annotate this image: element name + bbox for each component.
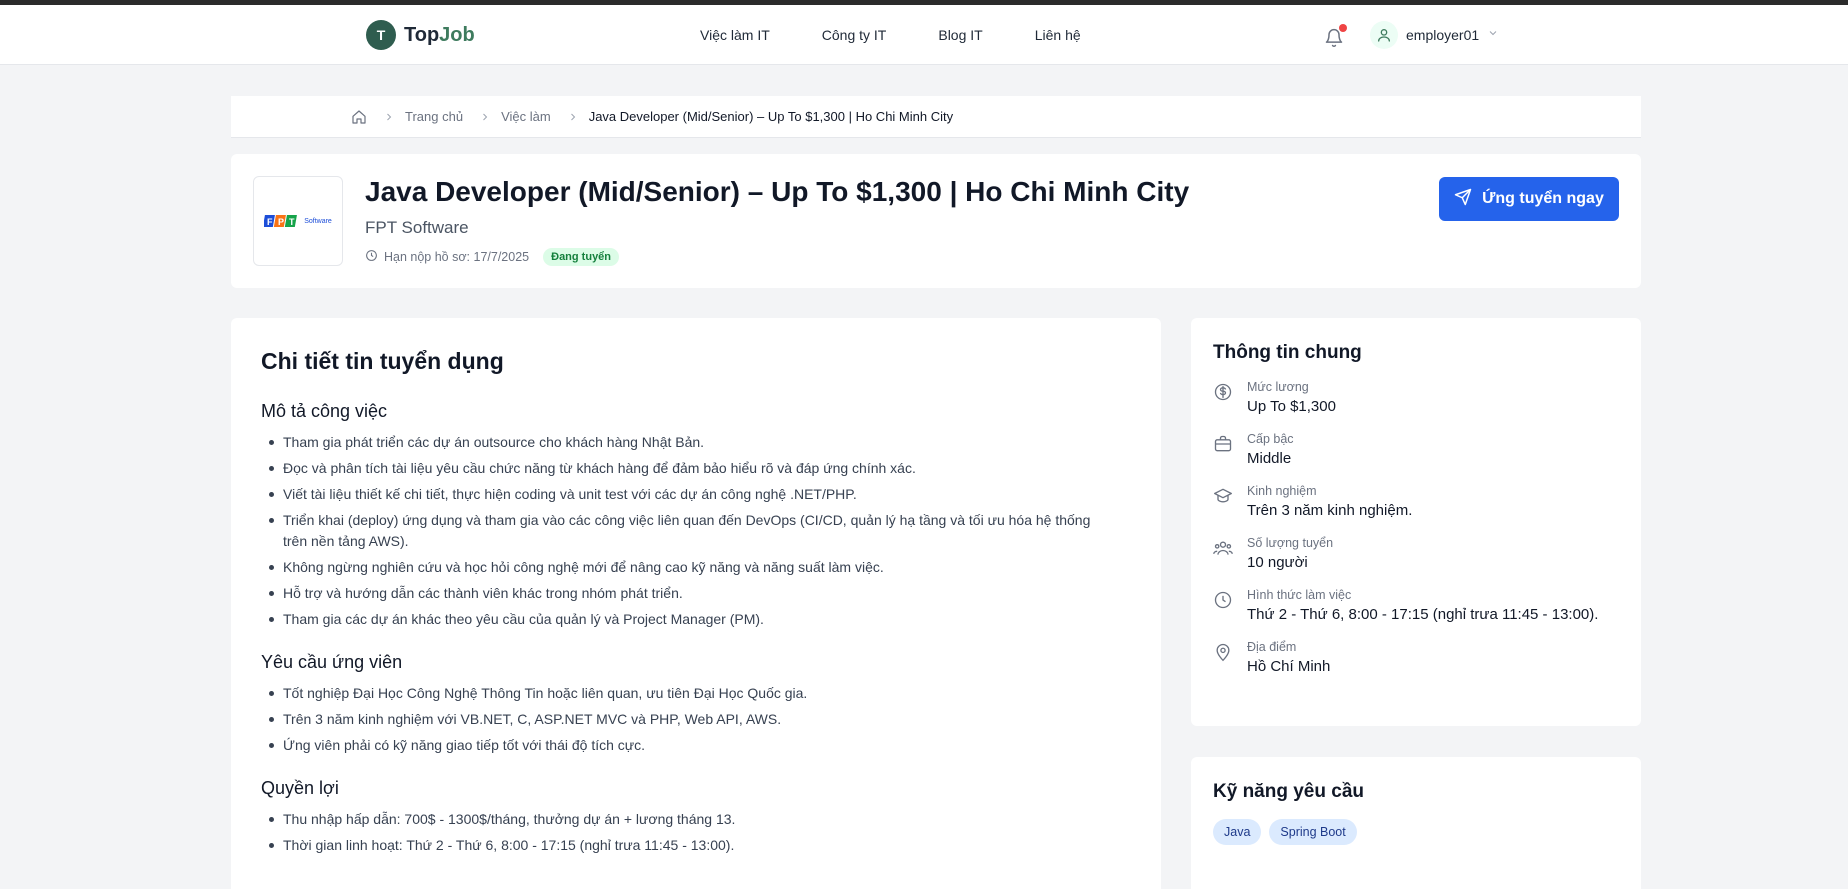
breadcrumb: Trang chủ Việc làm Java Developer (Mid/S…: [231, 96, 1641, 138]
list-item: Triển khai (deploy) ứng dụng và tham gia…: [269, 510, 1131, 552]
list-item: Trên 3 năm kinh nghiệm với VB.NET, C, AS…: [269, 709, 1131, 730]
general-info-card: Thông tin chung Mức lương Up To $1,300 C…: [1191, 318, 1641, 726]
section-title: Yêu cầu ứng viên: [261, 652, 403, 672]
skill-tag-spring-boot[interactable]: Spring Boot: [1269, 819, 1357, 845]
deadline-text: Hạn nộp hồ sơ: 17/7/2025: [384, 250, 530, 264]
job-detail-card: Chi tiết tin tuyển dụng Mô tả công việc …: [231, 318, 1161, 889]
chevron-right-icon: [479, 111, 491, 123]
company-name[interactable]: FPT Software: [365, 218, 469, 238]
list-item: Tham gia phát triển các dự án outsource …: [269, 432, 1131, 453]
skills-card: Kỹ năng yêu cầu Java Spring Boot: [1191, 757, 1641, 889]
list-item: Tốt nghiệp Đại Học Công Nghệ Thông Tin h…: [269, 683, 1131, 704]
section-benefits: Quyền lợi Thu nhập hấp dẫn: 700$ - 1300$…: [261, 778, 1131, 856]
info-row-work-type: Hình thức làm việc Thứ 2 - Thứ 6, 8:00 -…: [1213, 588, 1619, 623]
user-avatar-icon: [1370, 21, 1398, 49]
info-row-salary: Mức lương Up To $1,300: [1213, 380, 1619, 415]
list-item: Tham gia các dự án khác theo yêu cầu của…: [269, 609, 1131, 630]
clock-icon: [365, 249, 378, 265]
info-value: Thứ 2 - Thứ 6, 8:00 - 17:15 (nghỉ trưa 1…: [1247, 606, 1599, 623]
info-value: Trên 3 năm kinh nghiệm.: [1247, 502, 1413, 519]
chevron-down-icon: [1487, 26, 1499, 44]
svg-text:T: T: [289, 217, 295, 227]
status-badge: Đang tuyển: [543, 248, 620, 266]
main-nav: Việc làm IT Công ty IT Blog IT Liên hệ: [700, 27, 1081, 43]
logo-badge: T: [366, 20, 396, 50]
info-label: Mức lương: [1247, 380, 1309, 394]
site-header: T TopJob Việc làm IT Công ty IT Blog IT …: [0, 5, 1848, 65]
breadcrumb-jobs[interactable]: Việc làm: [501, 109, 551, 124]
dollar-icon: [1213, 382, 1233, 402]
detail-title: Chi tiết tin tuyển dụng: [261, 348, 504, 374]
brand-logo[interactable]: T TopJob: [366, 20, 475, 50]
skill-tag-java[interactable]: Java: [1213, 819, 1262, 845]
briefcase-icon: [1213, 434, 1233, 454]
info-label: Hình thức làm việc: [1247, 588, 1352, 602]
map-pin-icon: [1213, 642, 1233, 662]
nav-blog-it[interactable]: Blog IT: [938, 27, 982, 43]
section-title: Mô tả công việc: [261, 401, 388, 421]
list-item: Viết tài liệu thiết kế chi tiết, thực hi…: [269, 484, 1131, 505]
info-card-title: Thông tin chung: [1213, 342, 1362, 363]
info-row-quantity: Số lượng tuyển 10 người: [1213, 536, 1619, 571]
section-description: Mô tả công việc Tham gia phát triển các …: [261, 401, 1131, 630]
list-item: Không ngừng nghiên cứu và học hỏi công n…: [269, 557, 1131, 578]
info-value: Up To $1,300: [1247, 398, 1336, 415]
list-item: Hỗ trợ và hướng dẫn các thành viên khác …: [269, 583, 1131, 604]
breadcrumb-current: Java Developer (Mid/Senior) – Up To $1,3…: [588, 109, 954, 124]
svg-text:F: F: [267, 217, 273, 227]
chevron-right-icon: [567, 111, 579, 123]
graduation-cap-icon: [1213, 486, 1233, 506]
user-name: employer01: [1406, 27, 1480, 43]
chevron-right-icon: [383, 111, 395, 123]
skills-card-title: Kỹ năng yêu cầu: [1213, 781, 1364, 802]
info-row-level: Cấp bậc Middle: [1213, 432, 1619, 467]
users-icon: [1213, 538, 1233, 558]
info-row-experience: Kinh nghiệm Trên 3 năm kinh nghiệm.: [1213, 484, 1619, 519]
deadline: Hạn nộp hồ sơ: 17/7/2025: [365, 249, 529, 265]
logo-text-part2: Job: [439, 23, 475, 46]
list-item: Đọc và phân tích tài liệu yêu cầu chức n…: [269, 458, 1131, 479]
logo-text: TopJob: [404, 24, 475, 47]
info-label: Kinh nghiệm: [1247, 484, 1317, 498]
logo-text-part1: Top: [404, 23, 440, 46]
info-label: Cấp bậc: [1247, 432, 1294, 446]
info-row-location: Địa điểm Hồ Chí Minh: [1213, 640, 1619, 675]
list-item: Ứng viên phải có kỹ năng giao tiếp tốt v…: [269, 735, 1131, 756]
job-meta: Hạn nộp hồ sơ: 17/7/2025 Đang tuyển: [365, 248, 620, 266]
apply-now-button[interactable]: Ứng tuyển ngay: [1439, 177, 1619, 221]
skill-tags: Java Spring Boot: [1213, 819, 1619, 845]
info-label: Số lượng tuyển: [1247, 536, 1334, 550]
apply-now-label: Ứng tuyển ngay: [1482, 190, 1604, 207]
list-item: Thu nhập hấp dẫn: 700$ - 1300$/tháng, th…: [269, 809, 1131, 830]
send-icon: [1454, 188, 1472, 211]
company-logo: F P T Software: [253, 176, 343, 266]
notification-bell-icon[interactable]: [1324, 24, 1347, 49]
info-label: Địa điểm: [1247, 640, 1297, 654]
info-value: Hồ Chí Minh: [1247, 658, 1331, 675]
notification-dot: [1339, 24, 1347, 32]
user-menu[interactable]: employer01: [1370, 21, 1499, 49]
clock-icon: [1213, 590, 1233, 610]
info-value: Middle: [1247, 450, 1292, 467]
job-title: Java Developer (Mid/Senior) – Up To $1,3…: [365, 176, 1190, 207]
section-requirements: Yêu cầu ứng viên Tốt nghiệp Đại Học Công…: [261, 652, 1131, 756]
breadcrumb-home[interactable]: Trang chủ: [405, 109, 463, 124]
info-value: 10 người: [1247, 554, 1308, 571]
list-item: Thời gian linh hoạt: Thứ 2 - Thứ 6, 8:00…: [269, 835, 1131, 856]
section-title: Quyền lợi: [261, 778, 339, 798]
nav-contact[interactable]: Liên hệ: [1035, 27, 1081, 43]
nav-companies-it[interactable]: Công ty IT: [822, 27, 887, 43]
svg-text:P: P: [278, 217, 284, 227]
home-icon[interactable]: [351, 109, 367, 125]
company-logo-text: Software: [304, 217, 332, 225]
nav-jobs-it[interactable]: Việc làm IT: [700, 27, 770, 43]
job-header-card: F P T Software Java Developer (Mid/Senio…: [231, 154, 1641, 288]
